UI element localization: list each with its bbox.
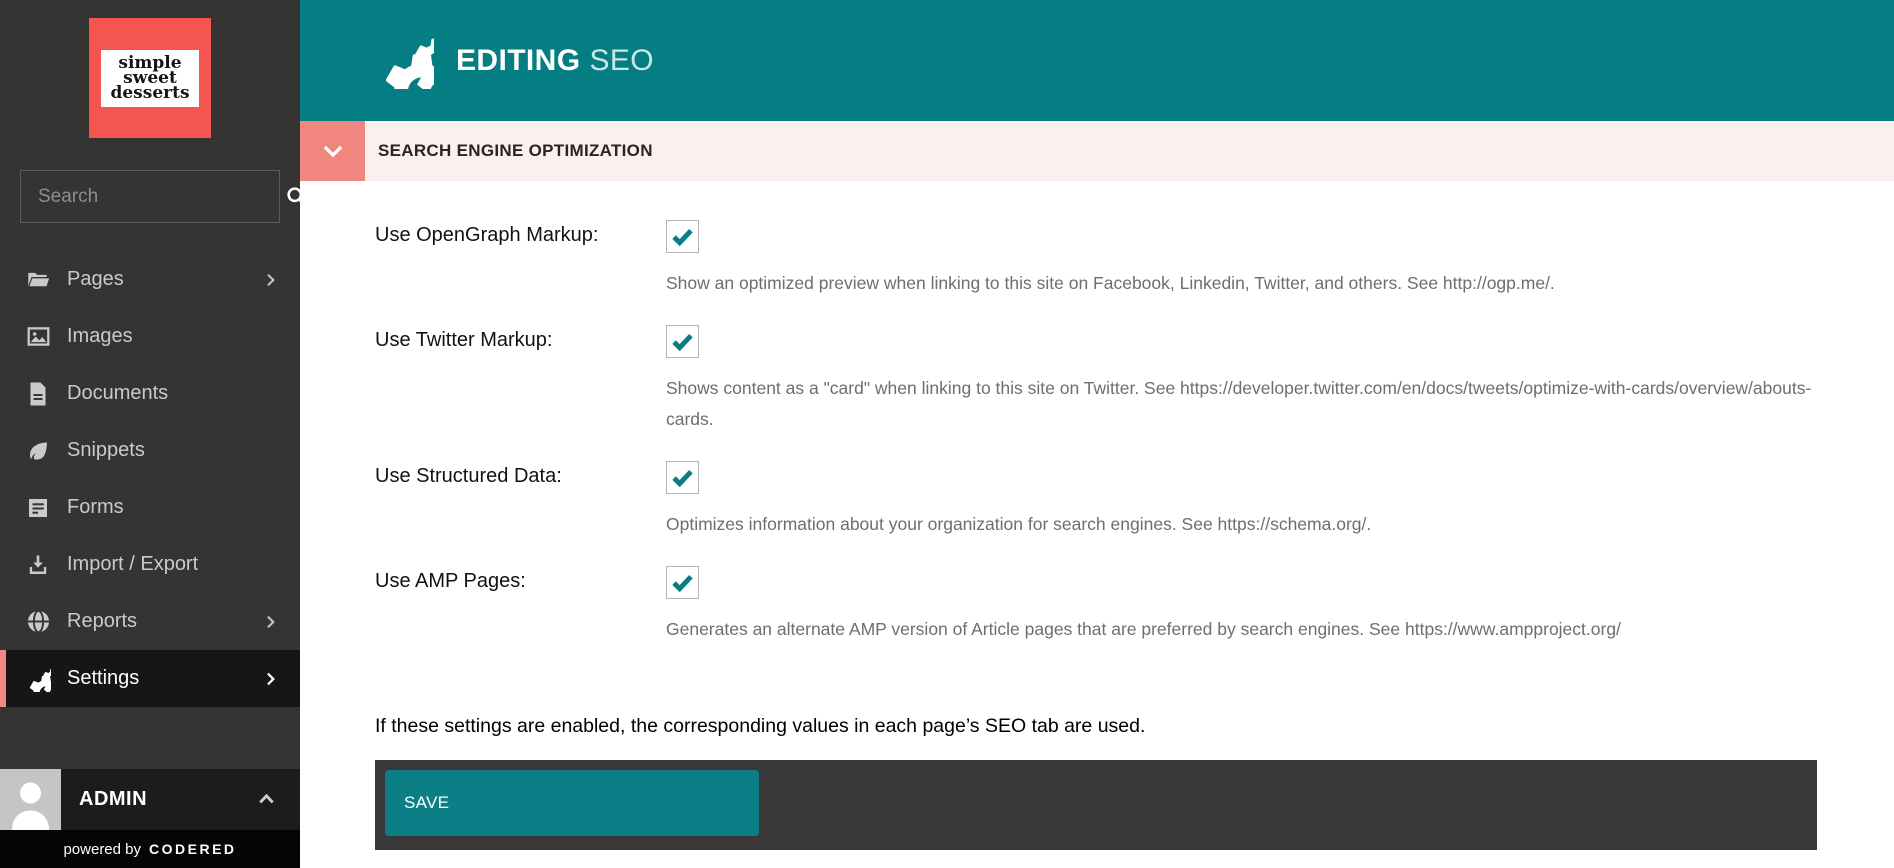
document-icon [25,381,51,407]
sidebar-item-label: Import / Export [67,553,198,576]
field-label: Use Twitter Markup: [375,325,666,435]
powered-by-link[interactable]: powered by CodeRed [0,830,300,868]
chevron-down-icon [319,137,347,165]
page-header: EDITINGSEO [300,0,1894,121]
form-content: Use OpenGraph Markup: Show an optimized … [300,181,1894,850]
field-twitter: Use Twitter Markup: Shows content as a "… [375,325,1817,435]
sidebar-item-pages[interactable]: Pages [0,251,300,308]
gears-icon [374,33,434,89]
sidebar-item-label: Settings [67,667,139,690]
forms-icon [25,495,51,521]
globe-icon [25,609,51,635]
field-label: Use OpenGraph Markup: [375,220,666,299]
folder-icon [25,267,51,293]
gears-icon [25,666,51,692]
account-menu[interactable]: ADMIN [0,769,300,830]
amp-pages-checkbox[interactable] [666,566,699,599]
sidebar-search [20,170,280,223]
check-icon [669,328,696,355]
field-label: Use Structured Data: [375,461,666,540]
field-help: Show an optimized preview when linking t… [666,268,1555,299]
form-footer: SAVE [375,760,1817,850]
sidebar-item-import-export[interactable]: Import / Export [0,536,300,593]
opengraph-checkbox[interactable] [666,220,699,253]
section-title: SEARCH ENGINE OPTIMIZATION [378,141,653,161]
field-structured-data: Use Structured Data: Optimizes informati… [375,461,1817,540]
main-area: EDITINGSEO SEARCH ENGINE OPTIMIZATION Us… [300,0,1894,868]
field-amp-pages: Use AMP Pages: Generates an alternate AM… [375,566,1817,645]
search-input[interactable] [36,185,285,209]
field-help: Generates an alternate AMP version of Ar… [666,614,1621,645]
check-icon [669,569,696,596]
settings-note: If these settings are enabled, the corre… [375,715,1817,738]
chevron-right-icon [260,270,280,290]
image-icon [25,324,51,350]
sidebar-nav: Pages Images [0,251,300,707]
sidebar-item-settings[interactable]: Settings [0,650,300,707]
sidebar-item-images[interactable]: Images [0,308,300,365]
sidebar-item-documents[interactable]: Documents [0,365,300,422]
user-name: ADMIN [79,788,147,811]
sidebar-item-label: Reports [67,610,137,633]
site-logo-text: simple sweet desserts [101,50,198,107]
sidebar-item-label: Snippets [67,439,145,462]
sidebar-item-snippets[interactable]: Snippets [0,422,300,479]
page-title: EDITINGSEO [456,44,654,78]
sidebar-item-label: Images [67,325,133,348]
field-opengraph: Use OpenGraph Markup: Show an optimized … [375,220,1817,299]
sidebar-item-label: Forms [67,496,124,519]
sidebar-item-forms[interactable]: Forms [0,479,300,536]
chevron-right-icon [260,669,280,689]
sidebar-item-reports[interactable]: Reports [0,593,300,650]
import-icon [25,552,51,578]
check-icon [669,464,696,491]
twitter-checkbox[interactable] [666,325,699,358]
avatar [0,769,61,830]
field-help: Shows content as a "card" when linking t… [666,373,1817,435]
save-button[interactable]: SAVE [385,770,759,836]
field-label: Use AMP Pages: [375,566,666,645]
structured-data-checkbox[interactable] [666,461,699,494]
powered-by-prefix: powered by [63,841,141,858]
field-help: Optimizes information about your organiz… [666,509,1371,540]
site-logo[interactable]: simple sweet desserts [89,18,211,138]
check-icon [669,223,696,250]
section-header: SEARCH ENGINE OPTIMIZATION [300,121,1894,181]
codered-logo: CodeRed [149,841,237,857]
chevron-right-icon [260,612,280,632]
sidebar-item-label: Pages [67,268,124,291]
sidebar-item-label: Documents [67,382,168,405]
leaf-icon [25,438,51,464]
section-collapse-button[interactable] [300,121,365,181]
chevron-up-icon [255,788,278,811]
sidebar: simple sweet desserts Pages [0,0,300,868]
